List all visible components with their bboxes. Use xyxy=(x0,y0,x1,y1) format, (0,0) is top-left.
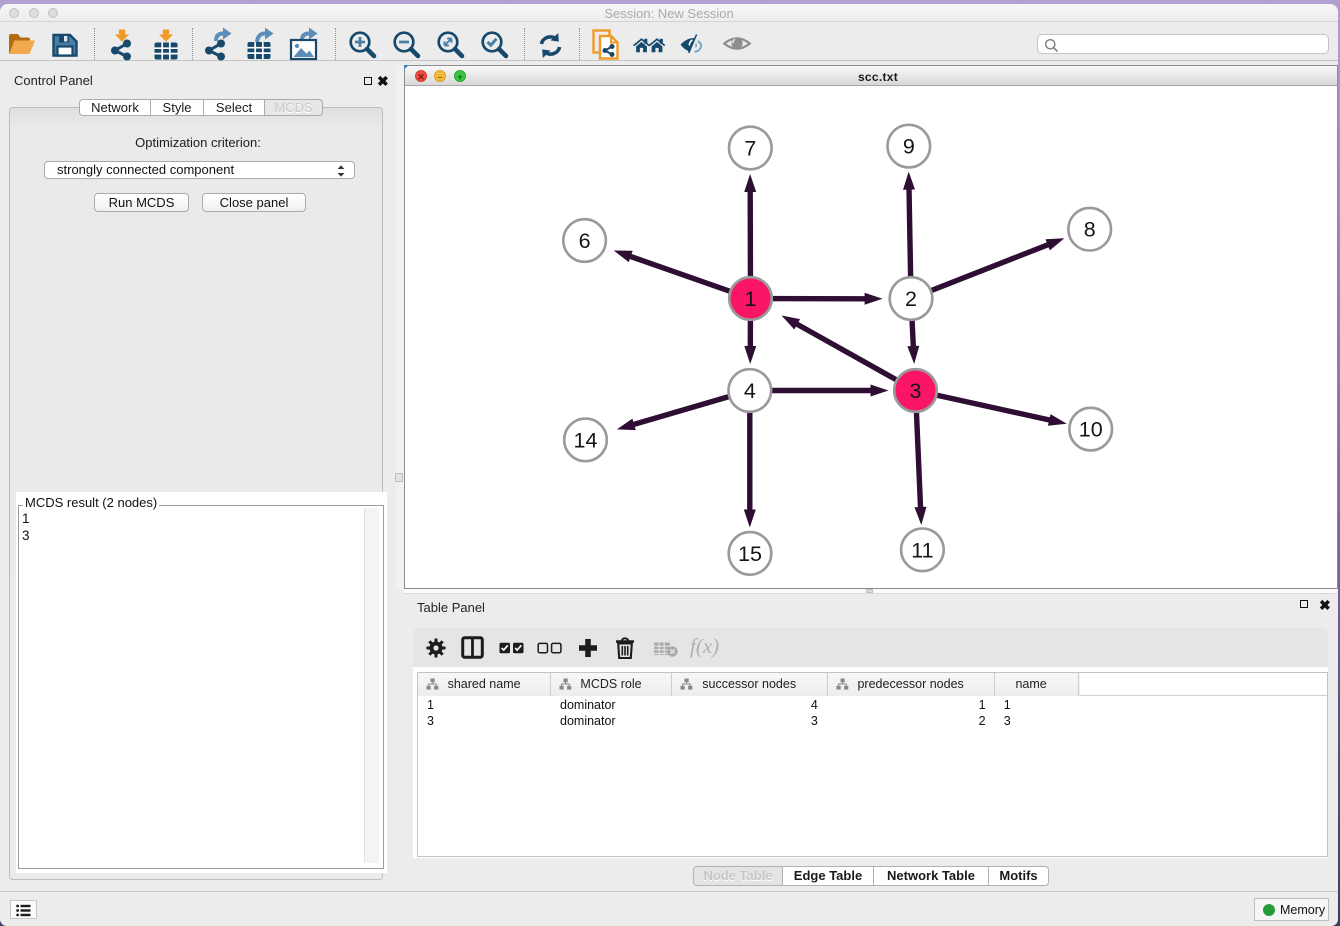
svg-text:14: 14 xyxy=(574,428,598,452)
svg-text:6: 6 xyxy=(579,229,591,253)
svg-text:15: 15 xyxy=(738,542,762,566)
svg-text:3: 3 xyxy=(910,379,922,403)
svg-text:4: 4 xyxy=(744,379,756,403)
svg-text:9: 9 xyxy=(903,135,915,159)
svg-text:2: 2 xyxy=(905,287,917,311)
svg-text:7: 7 xyxy=(744,137,756,161)
svg-text:1: 1 xyxy=(745,287,757,311)
svg-text:8: 8 xyxy=(1084,218,1096,242)
svg-text:10: 10 xyxy=(1079,418,1103,442)
svg-text:11: 11 xyxy=(911,538,933,562)
